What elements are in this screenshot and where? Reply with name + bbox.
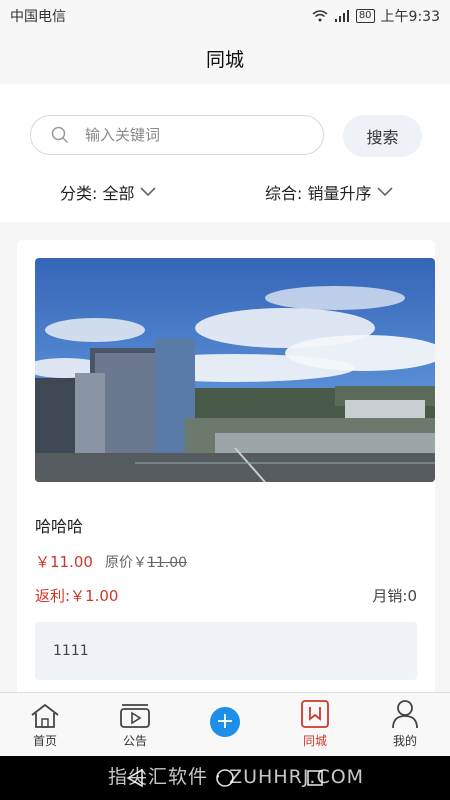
user-icon bbox=[392, 700, 418, 729]
search-button[interactable]: 搜索 bbox=[343, 115, 422, 157]
video-icon bbox=[120, 704, 150, 728]
category-filter-label: 分类: 全部 bbox=[60, 184, 135, 203]
clock: 上午9:33 bbox=[380, 9, 440, 25]
signal-icon bbox=[334, 10, 349, 22]
original-price-value: 11.00 bbox=[146, 555, 188, 571]
chevron-down-icon bbox=[140, 187, 157, 197]
page-title-bar: 同城 bbox=[0, 32, 450, 84]
search-field[interactable] bbox=[30, 115, 324, 155]
product-image[interactable] bbox=[35, 258, 435, 482]
original-price-label: 原价￥ bbox=[104, 555, 147, 571]
bookmark-icon bbox=[301, 700, 329, 728]
sort-filter[interactable]: 综合: 销量升序 bbox=[265, 180, 394, 204]
monthly-sales: 月销:0 bbox=[372, 587, 417, 605]
tab-mine-label: 我的 bbox=[392, 734, 417, 748]
wifi-icon bbox=[312, 10, 328, 22]
tab-home[interactable]: 首页 bbox=[0, 693, 90, 756]
tab-local-label: 同城 bbox=[302, 734, 327, 748]
battery-icon: 80 bbox=[355, 9, 375, 23]
product-price: ￥11.00 bbox=[35, 553, 93, 571]
product-title: 哈哈哈 bbox=[35, 517, 84, 536]
product-description: 1111 bbox=[35, 622, 417, 680]
chevron-down-icon bbox=[377, 187, 394, 197]
page-title: 同城 bbox=[205, 48, 244, 71]
rebate-label: 返利:￥1.00 bbox=[35, 587, 119, 605]
price-row: ￥11.00 原价￥11.00 bbox=[35, 551, 187, 572]
search-area: 搜索 分类: 全部 综合: 销量升序 bbox=[0, 84, 450, 222]
sort-filter-label: 综合: 销量升序 bbox=[265, 184, 372, 203]
tab-mine[interactable]: 我的 bbox=[360, 693, 450, 756]
search-icon bbox=[51, 126, 69, 144]
add-icon: + bbox=[210, 707, 240, 737]
original-price: 原价￥11.00 bbox=[105, 552, 187, 572]
category-filter[interactable]: 分类: 全部 bbox=[60, 180, 157, 204]
status-bar: 中国电信 80 上午9:33 bbox=[0, 0, 450, 32]
tab-notice-label: 公告 bbox=[122, 734, 147, 748]
tab-add[interactable]: + bbox=[180, 693, 270, 756]
product-description-text: 1111 bbox=[53, 643, 89, 659]
watermark-text: 指尖汇软件 · ZUHHRJ.COM bbox=[108, 766, 365, 788]
tab-notice[interactable]: 公告 bbox=[90, 693, 180, 756]
status-icons: 80 上午9:33 bbox=[312, 6, 440, 26]
carrier-label: 中国电信 bbox=[10, 9, 66, 25]
home-icon bbox=[31, 703, 59, 728]
search-input[interactable] bbox=[85, 126, 285, 144]
tab-local[interactable]: 同城 bbox=[270, 693, 360, 756]
product-card[interactable]: 哈哈哈 ￥11.00 原价￥11.00 返利:￥1.00 月销:0 1111 bbox=[17, 240, 435, 710]
bottom-tab-bar: 首页 公告 + 同城 我的 bbox=[0, 692, 450, 756]
tab-home-label: 首页 bbox=[32, 734, 57, 748]
